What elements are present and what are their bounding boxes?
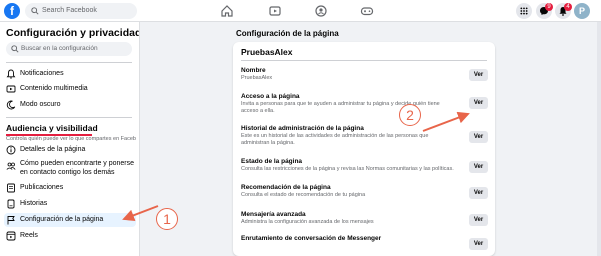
row-title: Nombre bbox=[241, 67, 266, 74]
facebook-search-input[interactable]: Search Facebook bbox=[25, 3, 137, 19]
settings-search-input[interactable]: Buscar en la configuración bbox=[6, 42, 132, 56]
flag-icon bbox=[7, 216, 15, 225]
search-placeholder: Search Facebook bbox=[42, 7, 97, 14]
row-description: Consulta las restricciones de la página … bbox=[241, 166, 454, 172]
ver-button[interactable]: Ver bbox=[469, 187, 488, 199]
sidebar-item-reels[interactable]: Reels bbox=[4, 229, 136, 243]
watch-icon[interactable] bbox=[268, 4, 282, 18]
sidebar-item-publicaciones[interactable]: Publicaciones bbox=[4, 181, 136, 195]
sidebar-item-label: Detalles de la página bbox=[20, 146, 86, 153]
row-description: PruebasAlex bbox=[241, 75, 273, 81]
panel-title: PruebasAlex bbox=[241, 47, 293, 57]
reels-icon bbox=[6, 231, 16, 241]
annotation-marker-1: 1 bbox=[156, 208, 178, 230]
sidebar-item-contenido-multimedia[interactable]: Contenido multimedia bbox=[4, 82, 136, 96]
top-navigation-bar: f Search Facebook 9 4 P bbox=[0, 0, 601, 22]
section-title-audiencia: Audiencia y visibilidad bbox=[6, 123, 98, 133]
avatar[interactable]: P bbox=[574, 3, 590, 19]
sidebar-item-label: Historias bbox=[20, 200, 48, 207]
sidebar-item-configuracion-pagina[interactable]: Configuración de la página bbox=[4, 213, 136, 227]
people-icon bbox=[6, 162, 16, 170]
groups-icon[interactable] bbox=[314, 4, 328, 18]
row-description: Administra la configuración avanzada de … bbox=[241, 219, 374, 225]
sidebar-item-detalles-pagina[interactable]: Detalles de la página bbox=[4, 143, 136, 157]
facebook-logo[interactable]: f bbox=[4, 3, 20, 19]
home-icon[interactable] bbox=[220, 4, 234, 18]
row-title: Mensajería avanzada bbox=[241, 211, 306, 218]
sidebar-title: Configuración y privacidad bbox=[6, 27, 140, 39]
ver-button[interactable]: Ver bbox=[469, 131, 488, 143]
panel-divider bbox=[241, 60, 487, 61]
grid-menu-icon bbox=[520, 7, 528, 15]
notifications-button[interactable]: 4 bbox=[555, 3, 572, 19]
posts-icon bbox=[7, 183, 15, 193]
menu-button[interactable] bbox=[516, 3, 532, 19]
messages-badge: 9 bbox=[545, 3, 553, 11]
stories-icon bbox=[7, 199, 15, 209]
row-title: Estado de la página bbox=[241, 158, 303, 165]
page-title: Configuración de la página bbox=[236, 29, 339, 38]
annotation-marker-2: 2 bbox=[399, 104, 421, 126]
gaming-icon[interactable] bbox=[360, 4, 374, 18]
settings-sidebar: Configuración y privacidad Buscar en la … bbox=[0, 22, 140, 256]
sidebar-item-label: Notificaciones bbox=[20, 70, 64, 77]
search-icon bbox=[11, 45, 19, 53]
sidebar-item-label: Modo oscuro bbox=[20, 101, 61, 108]
sidebar-item-modo-oscuro[interactable]: Modo oscuro bbox=[4, 98, 136, 112]
ver-button[interactable]: Ver bbox=[469, 69, 488, 81]
bell-icon bbox=[6, 69, 16, 79]
sidebar-item-label: Cómo pueden encontrarte y ponerse en con… bbox=[20, 160, 135, 176]
row-description: Este es un historial de las actividades … bbox=[241, 133, 429, 146]
sidebar-item-label: Reels bbox=[20, 232, 38, 239]
row-title: Acceso a la página bbox=[241, 93, 300, 100]
row-title: Recomendación de la página bbox=[241, 184, 331, 191]
page-scrollbar[interactable] bbox=[597, 22, 601, 256]
moon-icon bbox=[6, 100, 16, 110]
info-icon bbox=[6, 145, 16, 155]
search-icon bbox=[31, 7, 39, 15]
row-description: Consulta el estado de recomendación de t… bbox=[241, 192, 366, 198]
sidebar-divider bbox=[6, 117, 132, 118]
messenger-button[interactable]: 9 bbox=[536, 3, 553, 19]
row-title: Historial de administración de la página bbox=[241, 125, 364, 132]
settings-search-placeholder: Buscar en la configuración bbox=[21, 45, 98, 52]
sidebar-item-historias[interactable]: Historias bbox=[4, 197, 136, 211]
sidebar-item-label: Publicaciones bbox=[20, 184, 64, 191]
ver-button[interactable]: Ver bbox=[469, 97, 488, 109]
section-subtitle: Controla quién puede ver lo que comparte… bbox=[6, 136, 136, 142]
sidebar-item-notificaciones[interactable]: Notificaciones bbox=[4, 67, 136, 81]
sidebar-divider bbox=[6, 62, 132, 63]
row-title: Enrutamiento de conversación de Messenge… bbox=[241, 235, 382, 242]
sidebar-item-encontrarte[interactable]: Cómo pueden encontrarte y ponerse en con… bbox=[4, 159, 136, 179]
ver-button[interactable]: Ver bbox=[469, 161, 488, 173]
ver-button[interactable]: Ver bbox=[469, 214, 488, 226]
sidebar-item-label: Configuración de la página bbox=[20, 216, 104, 223]
sidebar-item-label: Contenido multimedia bbox=[20, 85, 88, 92]
ver-button[interactable]: Ver bbox=[469, 238, 488, 250]
media-icon bbox=[6, 85, 16, 93]
page-settings-panel: PruebasAlex Nombre PruebasAlex Ver Acces… bbox=[233, 42, 495, 256]
notifications-badge: 4 bbox=[564, 3, 572, 11]
